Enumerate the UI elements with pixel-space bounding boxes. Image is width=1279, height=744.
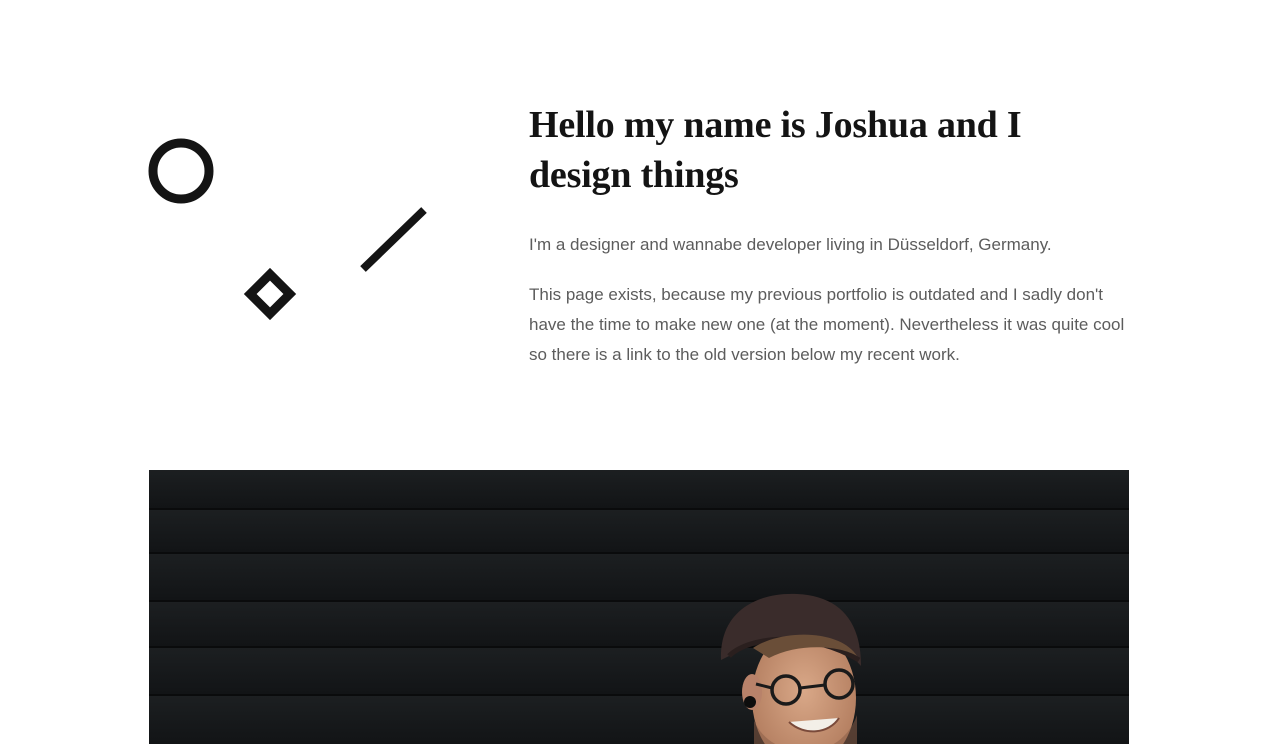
intro-paragraph-portfolio-note: This page exists, because my previous po… <box>529 285 1125 364</box>
intro-section: Hello my name is Joshua and I design thi… <box>529 100 1129 370</box>
page-title: Hello my name is Joshua and I design thi… <box>529 104 1022 196</box>
slash-shape-icon <box>360 207 427 272</box>
circle-shape-icon <box>148 138 214 204</box>
intro-paragraph-location: I'm a designer and wannabe developer liv… <box>529 235 1052 254</box>
wall-planks <box>149 470 1129 744</box>
logo-mark <box>148 138 427 321</box>
diamond-shape-icon <box>243 267 297 321</box>
hero-portrait-image <box>149 470 1129 744</box>
